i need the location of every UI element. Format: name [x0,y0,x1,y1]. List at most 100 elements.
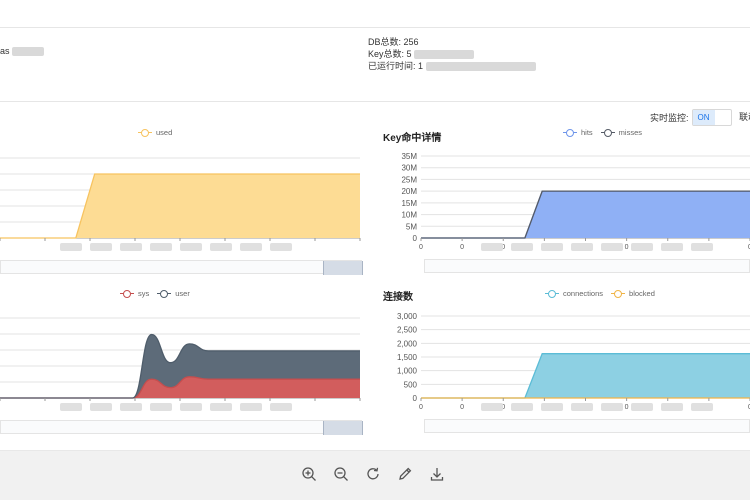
legend-item-used[interactable]: used [138,128,172,137]
datazoom-slider-memory[interactable] [0,260,363,275]
legend-label: used [156,128,173,137]
y-tick-label: 3,000 [397,312,418,321]
y-tick-label: 10M [401,211,417,220]
chart-title-connections: 连接数 [383,292,413,303]
redacted-block [481,403,503,411]
redacted-block [150,243,172,251]
redacted-block [541,403,563,411]
top-strip [0,0,750,28]
legend-marker-icon [138,128,152,137]
linkage-label[interactable]: 联动 [739,108,750,126]
y-tick-label: 25M [401,175,417,184]
redacted-block [240,403,262,411]
legend-item-hits[interactable]: hits [563,128,593,137]
redacted-block [60,243,82,251]
redacted-block [631,243,653,251]
legend-item-misses[interactable]: misses [600,128,643,137]
legend-marker-icon [600,128,615,137]
legend-item-sys[interactable]: sys [120,289,149,298]
redacted-block [571,243,593,251]
legend-label: connections [563,289,604,298]
redacted-block [601,243,623,251]
y-tick-label: 500 [404,380,418,389]
legend-marker-icon [157,289,172,298]
y-tick-label: 0 [413,234,418,243]
redacted-block [661,403,683,411]
legend-marker-icon [563,128,577,137]
x-tick-label: 0 [460,404,464,411]
download-icon[interactable] [428,465,446,483]
y-tick-label: 2,000 [397,339,418,348]
redacted-block [691,243,713,251]
monitor-toggle-on[interactable]: ON [692,109,715,125]
x-tick-label: 0 [625,244,629,251]
x-tick-label: 0 [419,244,423,251]
legend-item-user[interactable]: user [157,289,190,298]
redacted-block [210,243,232,251]
y-tick-label: 30M [401,164,417,173]
legend-item-connections[interactable]: connections [545,289,603,298]
redacted-block [691,403,713,411]
legend-cpu: sys user [120,289,198,298]
datazoom-slider-connections[interactable] [424,419,750,433]
legend-label: misses [618,128,643,137]
db-count: DB总数: 256 [368,37,419,47]
y-tick-label: 20M [401,187,417,196]
key-count: Key总数: 5 [368,48,536,60]
uptime: 已运行时间: 1 [368,60,536,72]
x-tick-label: 0 [419,404,423,411]
legend-label: user [175,289,190,298]
y-tick-label: 5M [406,222,417,231]
legend-item-blocked[interactable]: blocked [611,289,655,298]
refresh-icon[interactable] [364,465,382,483]
redacted-block [541,243,563,251]
realtime-monitor-control: 实时监控: ON [650,108,732,126]
y-tick-label: 35M [401,152,417,161]
redacted-block [210,403,232,411]
legend-key-hits: hits misses [563,128,650,137]
datazoom-slider-key-hits[interactable] [424,259,750,273]
zoom-out-icon[interactable] [332,465,350,483]
series-area-connections [421,353,750,398]
info-panel: as DB总数: 256 Key总数: 5 已运行时间: 1 [0,28,750,102]
redacted-block [60,403,82,411]
legend-marker-icon [545,289,559,298]
monitor-toggle[interactable]: ON [691,108,732,126]
x-tick-label: 0 [625,404,629,411]
edit-icon[interactable] [396,465,414,483]
redacted-block [120,403,142,411]
legend-marker-icon [120,289,134,298]
info-left-text: as [0,46,10,56]
redacted-block [12,47,45,57]
datazoom-slider-cpu[interactable] [0,420,363,435]
datazoom-handle[interactable] [323,421,363,435]
redacted-block [180,403,202,411]
redacted-block [481,243,503,251]
redacted-block [511,403,533,411]
zoom-in-icon[interactable] [300,465,318,483]
redacted-block [631,403,653,411]
chart-key-hits: 35M30M25M20M15M10M5M0000000000 [401,152,750,251]
legend-connections: connections blocked [545,289,663,298]
redacted-block [90,243,112,251]
redacted-block [270,403,292,411]
redacted-block [120,243,142,251]
y-tick-label: 1,500 [397,353,418,362]
redacted-block [661,243,683,251]
info-right: DB总数: 256 Key总数: 5 已运行时间: 1 [368,36,536,72]
legend-label: hits [581,128,593,137]
legend-label: blocked [629,289,655,298]
y-tick-label: 1,000 [397,367,418,376]
legend-label: sys [138,289,150,298]
monitor-label: 实时监控: [650,112,689,123]
legend-marker-icon [611,289,626,298]
legend-memory: used [138,128,180,137]
info-left: as [0,46,45,57]
x-tick-label: 0 [460,244,464,251]
redacted-block [571,403,593,411]
chart-cpu [0,317,361,411]
datazoom-handle[interactable] [323,261,363,275]
redacted-block [90,403,112,411]
redacted-block [414,50,475,60]
y-tick-label: 2,500 [397,326,418,335]
